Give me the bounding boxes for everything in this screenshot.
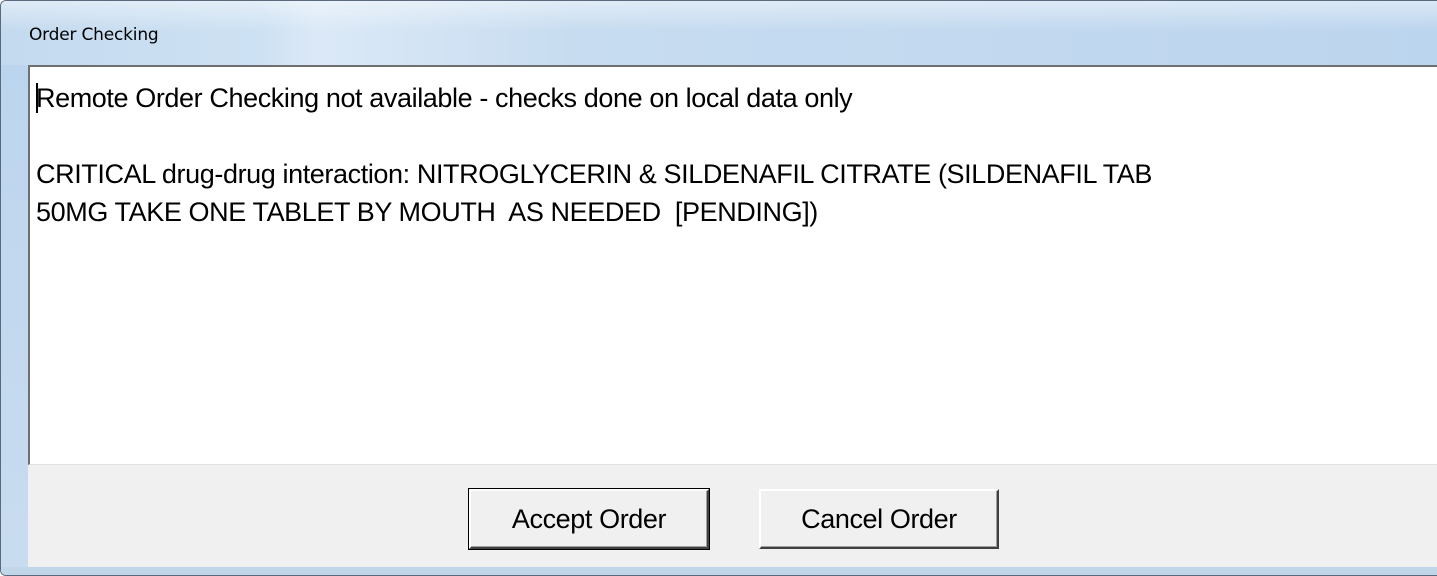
order-checking-dialog: Order Checking Remote Order Checking not… (0, 0, 1437, 576)
text-caret (36, 83, 38, 113)
order-check-message-box[interactable]: Remote Order Checking not available - ch… (28, 65, 1437, 465)
window-frame-left (1, 65, 28, 575)
message-line-order-detail: 50MG TAKE ONE TABLET BY MOUTH AS NEEDED … (36, 197, 818, 227)
title-bar[interactable]: Order Checking (1, 1, 1437, 65)
accept-order-button[interactable]: Accept Order (468, 488, 710, 550)
message-line-remote-status: Remote Order Checking not available - ch… (36, 83, 853, 113)
cancel-order-button[interactable]: Cancel Order (759, 489, 999, 549)
window-title: Order Checking (29, 25, 159, 45)
button-bar: Accept Order Cancel Order (28, 465, 1437, 567)
message-line-critical-interaction: CRITICAL drug-drug interaction: NITROGLY… (36, 159, 1153, 189)
window-frame-bottom (1, 567, 1437, 575)
